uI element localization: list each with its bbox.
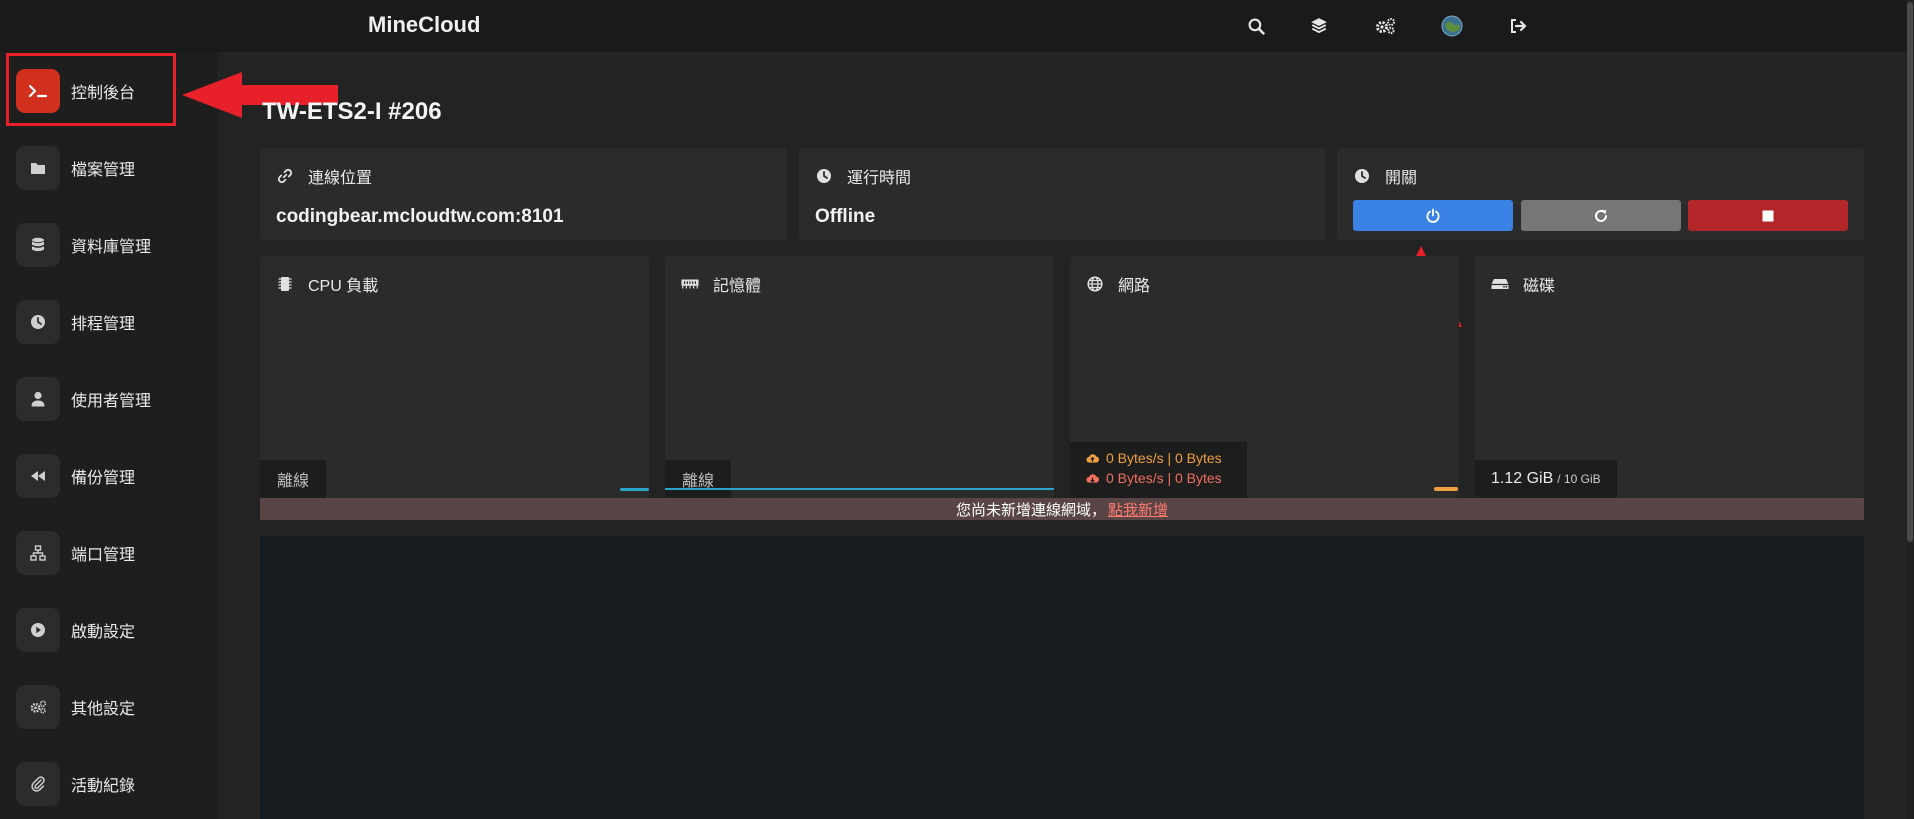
globe-icon (1086, 275, 1104, 293)
play-icon (16, 608, 60, 652)
disk-card: 磁碟 1.12 GiB / 10 GiB (1475, 256, 1864, 498)
clock-icon (16, 300, 60, 344)
page-title: TW-ETS2-I #206 (262, 98, 442, 125)
clock-icon (1353, 167, 1371, 185)
sidebar-item-label: 資料庫管理 (71, 239, 152, 256)
sidebar-item-backup[interactable]: 備份管理 (16, 452, 206, 500)
scrollbar[interactable] (1906, 0, 1914, 819)
cpu-card: CPU 負載 離線 (260, 256, 649, 498)
logout-icon[interactable] (1507, 14, 1531, 38)
uptime-card: 運行時間 Offline (799, 148, 1326, 240)
cpu-status: 離線 (260, 460, 327, 498)
sidebar-item-files[interactable]: 檔案管理 (16, 144, 206, 192)
user-icon (16, 377, 60, 421)
disk-total: / 10 GiB (1557, 472, 1601, 486)
top-bar: MineCloud (0, 0, 1906, 52)
sidebar-item-label: 備份管理 (71, 470, 136, 487)
stop-icon (1762, 210, 1774, 221)
disk-used: 1.12 GiB (1491, 470, 1554, 487)
sidebar-item-label: 使用者管理 (71, 393, 152, 410)
power-icon (1426, 208, 1440, 223)
annotation-highlight-box (6, 53, 176, 126)
sidebar-item-users[interactable]: 使用者管理 (16, 375, 206, 423)
sidebar-item-label: 檔案管理 (71, 162, 136, 179)
network-upload: 0 Bytes/s | 0 Bytes (1106, 450, 1222, 466)
database-icon (16, 223, 60, 267)
cloud-download-icon (1086, 473, 1099, 483)
backward-icon (16, 454, 60, 498)
sidebar-item-label: 活動紀錄 (71, 778, 136, 795)
restart-button[interactable] (1521, 200, 1681, 231)
network-download: 0 Bytes/s | 0 Bytes (1106, 470, 1222, 486)
network-graph-line (1434, 487, 1458, 491)
memory-status: 離線 (665, 460, 732, 498)
disk-label: 磁碟 (1523, 278, 1556, 295)
stop-button[interactable] (1688, 200, 1848, 231)
link-icon (276, 167, 294, 185)
sidebar-item-label: 其他設定 (71, 701, 136, 718)
console-output[interactable] (260, 536, 1864, 819)
memory-icon (681, 275, 699, 293)
microchip-icon (276, 275, 294, 293)
folder-icon (16, 146, 60, 190)
banner-text: 您尚未新增連線網域， (955, 501, 1106, 519)
memory-graph-line (665, 488, 1054, 490)
cpu-graph-line (620, 488, 649, 491)
connection-address[interactable]: codingbear.mcloudtw.com:8101 (276, 206, 564, 228)
sidebar-item-startup[interactable]: 啟動設定 (16, 606, 206, 654)
sidebar-item-label: 端口管理 (71, 547, 136, 564)
disk-usage: 1.12 GiB / 10 GiB (1475, 460, 1617, 498)
scrollbar-thumb[interactable] (1907, 2, 1913, 542)
avatar[interactable] (1440, 14, 1464, 38)
add-domain-link[interactable]: 點我新增 (1108, 499, 1168, 520)
sidebar-item-database[interactable]: 資料庫管理 (16, 221, 206, 269)
domain-warning-banner: 您尚未新增連線網域， 點我新增 (260, 498, 1864, 520)
sidebar-item-schedule[interactable]: 排程管理 (16, 298, 206, 346)
sidebar-item-ports[interactable]: 端口管理 (16, 529, 206, 577)
sidebar-item-label: 啟動設定 (71, 624, 136, 641)
paperclip-icon (16, 762, 60, 806)
uptime-value: Offline (815, 206, 876, 227)
network-stats-box: 0 Bytes/s | 0 Bytes 0 Bytes/s | 0 Bytes (1070, 442, 1247, 498)
hdd-icon (1491, 275, 1509, 293)
clock-icon (815, 167, 833, 185)
sidebar-item-label: 排程管理 (71, 316, 136, 333)
search-icon[interactable] (1244, 14, 1268, 38)
sidebar-item-activity-log[interactable]: 活動紀錄 (16, 760, 206, 808)
uptime-label: 運行時間 (847, 170, 912, 187)
network-icon (16, 531, 60, 575)
start-button[interactable] (1353, 200, 1513, 231)
network-card: 網路 0 Bytes/s | 0 Bytes 0 Bytes/s | 0 Byt… (1070, 256, 1459, 498)
cogs-icon (16, 685, 60, 729)
brand-logo[interactable]: MineCloud (368, 12, 480, 38)
memory-card: 記憶體 離線 (665, 256, 1054, 498)
connection-label: 連線位置 (308, 170, 373, 187)
connection-card: 連線位置 codingbear.mcloudtw.com:8101 (260, 148, 787, 240)
cpu-label: CPU 負載 (308, 278, 379, 295)
sidebar-item-other-settings[interactable]: 其他設定 (16, 683, 206, 731)
network-label: 網路 (1118, 278, 1151, 295)
memory-label: 記憶體 (713, 278, 762, 295)
cogs-icon[interactable] (1373, 14, 1397, 38)
redo-icon (1595, 209, 1607, 222)
sidebar: 控制後台 檔案管理 資料庫管理 排程管理 使用者管理 備份管理 端口管理 啟動設… (0, 52, 218, 819)
cloud-upload-icon (1086, 453, 1099, 463)
power-label: 開關 (1385, 170, 1418, 187)
layers-icon[interactable] (1307, 14, 1331, 38)
